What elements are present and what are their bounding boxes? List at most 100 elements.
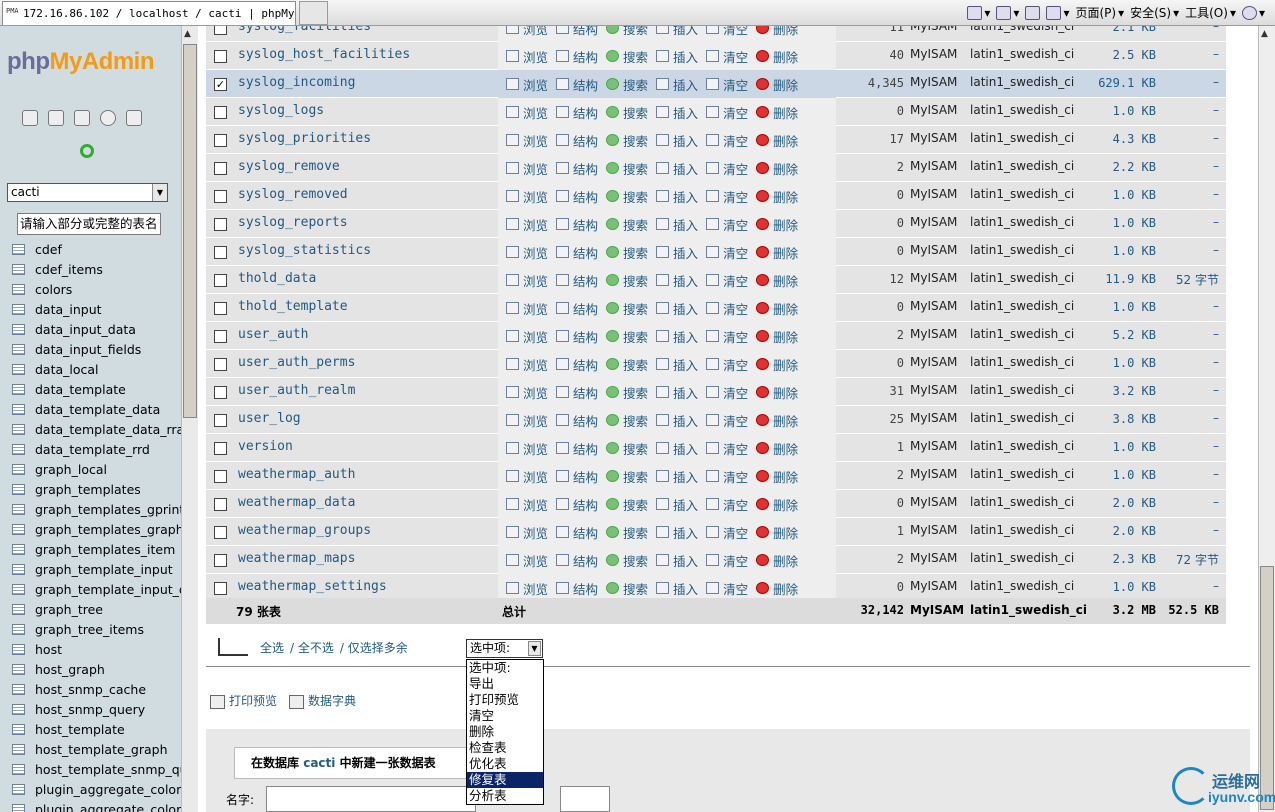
sidebar-table-name[interactable]: host_template_snmp_que — [35, 762, 181, 777]
browse-action[interactable]: 浏览 — [506, 355, 548, 374]
structure-action[interactable]: 结构 — [556, 103, 598, 122]
size-link[interactable]: 1.0 KB — [1076, 300, 1156, 314]
browse-action[interactable]: 浏览 — [506, 411, 548, 430]
search-action[interactable]: 搜索 — [606, 26, 648, 38]
sidebar-table-item[interactable]: data_local — [12, 359, 181, 379]
table-name-link[interactable]: weathermap_maps — [238, 551, 355, 566]
sidebar-table-item[interactable]: graph_template_input_de — [12, 579, 181, 599]
check-overhead-link[interactable]: / 仅选择多余 — [340, 639, 408, 656]
row-checkbox[interactable] — [214, 470, 227, 483]
sidebar-table-item[interactable]: host — [12, 639, 181, 659]
dropdown-option[interactable]: 删除 — [467, 724, 543, 740]
sidebar-table-item[interactable]: host_snmp_cache — [12, 679, 181, 699]
table-icon[interactable] — [12, 263, 25, 275]
sidebar-table-item[interactable]: host_template_snmp_que — [12, 759, 181, 779]
insert-action[interactable]: 插入 — [656, 299, 698, 318]
search-action[interactable]: 搜索 — [606, 551, 648, 570]
browse-action[interactable]: 浏览 — [506, 159, 548, 178]
with-selected-dropdown[interactable]: 选中项: 导出 打印预览 清空 删除 检查表 优化表 修复表 分析表 — [466, 659, 544, 805]
empty-action[interactable]: 清空 — [706, 411, 748, 430]
empty-action[interactable]: 清空 — [706, 579, 748, 598]
search-action[interactable]: 搜索 — [606, 187, 648, 206]
browse-action[interactable]: 浏览 — [506, 75, 548, 94]
sidebar-table-item[interactable]: data_template_data — [12, 399, 181, 419]
search-action[interactable]: 搜索 — [606, 467, 648, 486]
search-action[interactable]: 搜索 — [606, 47, 648, 66]
row-checkbox[interactable] — [214, 358, 227, 371]
search-action[interactable]: 搜索 — [606, 327, 648, 346]
table-icon[interactable] — [12, 783, 25, 795]
sidebar-table-name[interactable]: graph_templates_gprint — [35, 502, 181, 517]
sidebar-table-name[interactable]: host — [35, 642, 62, 657]
insert-action[interactable]: 插入 — [656, 159, 698, 178]
dropdown-option[interactable]: 导出 — [467, 676, 543, 692]
structure-action[interactable]: 结构 — [556, 467, 598, 486]
drop-action[interactable]: 删除 — [756, 187, 798, 206]
browse-action[interactable]: 浏览 — [506, 47, 548, 66]
structure-action[interactable]: 结构 — [556, 271, 598, 290]
reload-icon[interactable] — [80, 144, 94, 158]
page-menu[interactable]: 页面(P) ▾ — [1075, 4, 1124, 21]
table-filter-input[interactable]: 请输入部分或完整的表名 — [17, 213, 161, 235]
main-scrollbar[interactable]: ▲ — [1258, 26, 1275, 812]
browse-action[interactable]: 浏览 — [506, 495, 548, 514]
size-link[interactable]: 2.0 KB — [1076, 524, 1156, 538]
table-name-link[interactable]: syslog_reports — [238, 215, 348, 230]
sidebar-table-name[interactable]: data_template_data_rra — [35, 422, 181, 437]
table-name-link[interactable]: syslog_removed — [238, 187, 348, 202]
sidebar-table-item[interactable]: graph_template_input — [12, 559, 181, 579]
size-link[interactable]: 3.2 KB — [1076, 384, 1156, 398]
empty-action[interactable]: 清空 — [706, 439, 748, 458]
sidebar-table-name[interactable]: plugin_aggregate_color_t — [35, 782, 181, 797]
row-checkbox[interactable] — [214, 274, 227, 287]
search-action[interactable]: 搜索 — [606, 159, 648, 178]
size-link[interactable]: 1.0 KB — [1076, 244, 1156, 258]
insert-action[interactable]: 插入 — [656, 439, 698, 458]
sql-docs-icon[interactable] — [126, 110, 142, 126]
row-checkbox[interactable]: ✓ — [214, 78, 227, 91]
row-checkbox[interactable] — [214, 414, 227, 427]
table-name-link[interactable]: syslog_facilities — [238, 26, 371, 34]
structure-action[interactable]: 结构 — [556, 131, 598, 150]
structure-action[interactable]: 结构 — [556, 75, 598, 94]
row-checkbox[interactable] — [214, 26, 227, 35]
browse-action[interactable]: 浏览 — [506, 299, 548, 318]
table-icon[interactable] — [12, 503, 25, 515]
search-action[interactable]: 搜索 — [606, 495, 648, 514]
field-count-input[interactable] — [560, 786, 610, 812]
structure-action[interactable]: 结构 — [556, 159, 598, 178]
table-icon[interactable] — [12, 443, 25, 455]
table-name-link[interactable]: thold_data — [238, 271, 316, 286]
browse-action[interactable]: 浏览 — [506, 579, 548, 598]
size-link[interactable]: 5.2 KB — [1076, 328, 1156, 342]
insert-action[interactable]: 插入 — [656, 411, 698, 430]
sidebar-table-name[interactable]: graph_local — [35, 462, 107, 477]
row-checkbox[interactable] — [214, 554, 227, 567]
drop-action[interactable]: 删除 — [756, 495, 798, 514]
with-selected-select[interactable]: 选中项: ▼ — [466, 639, 543, 658]
size-link[interactable]: 1.0 KB — [1076, 440, 1156, 454]
structure-action[interactable]: 结构 — [556, 439, 598, 458]
sidebar-table-item[interactable]: data_input — [12, 299, 181, 319]
row-checkbox[interactable] — [214, 386, 227, 399]
uncheck-all-link[interactable]: / 全不选 — [290, 639, 334, 656]
search-action[interactable]: 搜索 — [606, 523, 648, 542]
search-action[interactable]: 搜索 — [606, 271, 648, 290]
insert-action[interactable]: 插入 — [656, 579, 698, 598]
drop-action[interactable]: 删除 — [756, 215, 798, 234]
safety-menu[interactable]: 安全(S) ▾ — [1130, 4, 1179, 21]
drop-action[interactable]: 删除 — [756, 131, 798, 150]
table-name-link[interactable]: weathermap_settings — [238, 579, 387, 594]
sidebar-table-item[interactable]: host_snmp_query — [12, 699, 181, 719]
sidebar-table-name[interactable]: graph_templates_graph — [35, 522, 181, 537]
insert-action[interactable]: 插入 — [656, 215, 698, 234]
sidebar-table-name[interactable]: colors — [35, 282, 72, 297]
browse-action[interactable]: 浏览 — [506, 467, 548, 486]
table-name-link[interactable]: syslog_host_facilities — [238, 47, 410, 62]
size-link[interactable]: 1.0 KB — [1076, 356, 1156, 370]
dropdown-option[interactable]: 清空 — [467, 708, 543, 724]
row-checkbox[interactable] — [214, 302, 227, 315]
table-name-link[interactable]: user_log — [238, 411, 301, 426]
sidebar-table-item[interactable]: graph_templates_item — [12, 539, 181, 559]
table-name-link[interactable]: syslog_priorities — [238, 131, 371, 146]
